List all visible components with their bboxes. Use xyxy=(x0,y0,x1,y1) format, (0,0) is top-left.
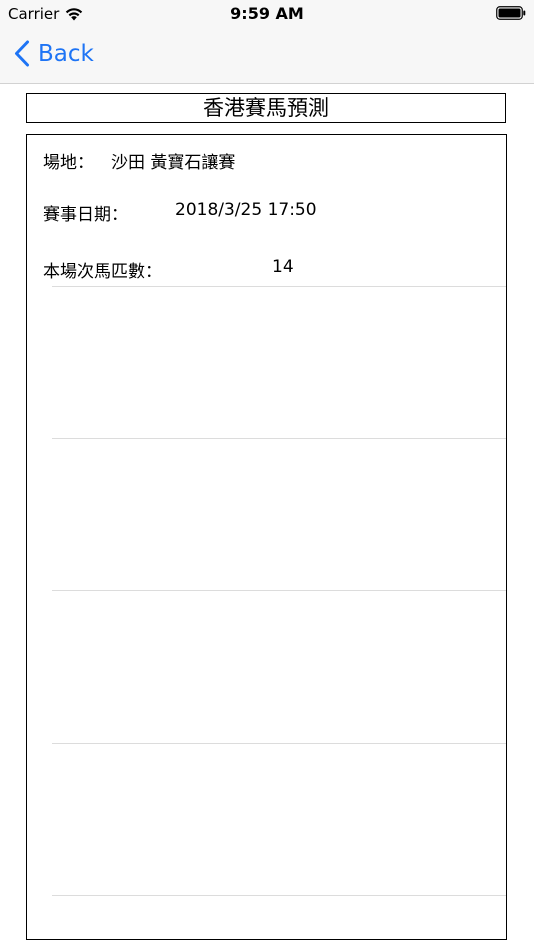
venue-label: 場地： xyxy=(43,153,94,173)
list-separator xyxy=(52,590,506,591)
list-separator xyxy=(52,286,506,287)
date-value: 2018/3/25 17:50 xyxy=(175,200,317,220)
navigation-bar: Back xyxy=(0,28,534,84)
chevron-left-icon xyxy=(15,40,29,67)
battery-icon xyxy=(496,6,526,20)
list-separator xyxy=(52,438,506,439)
race-info-panel: 場地： 沙田 黃寶石讓賽 賽事日期： 2018/3/25 17:50 本場次馬匹… xyxy=(26,134,507,940)
back-button[interactable]: Back xyxy=(14,40,94,67)
list-separator xyxy=(52,895,506,896)
page-title: 香港賽馬預測 xyxy=(26,93,506,123)
venue-value: 沙田 黃寶石讓賽 xyxy=(111,153,236,173)
status-time: 9:59 AM xyxy=(230,4,304,23)
date-label: 賽事日期： xyxy=(43,205,128,225)
list-separator xyxy=(52,743,506,744)
horse-count-value: 14 xyxy=(272,257,294,277)
horse-count-label: 本場次馬匹數： xyxy=(43,262,162,282)
back-label: Back xyxy=(38,40,94,67)
status-bar: Carrier 9:59 AM xyxy=(0,0,534,28)
